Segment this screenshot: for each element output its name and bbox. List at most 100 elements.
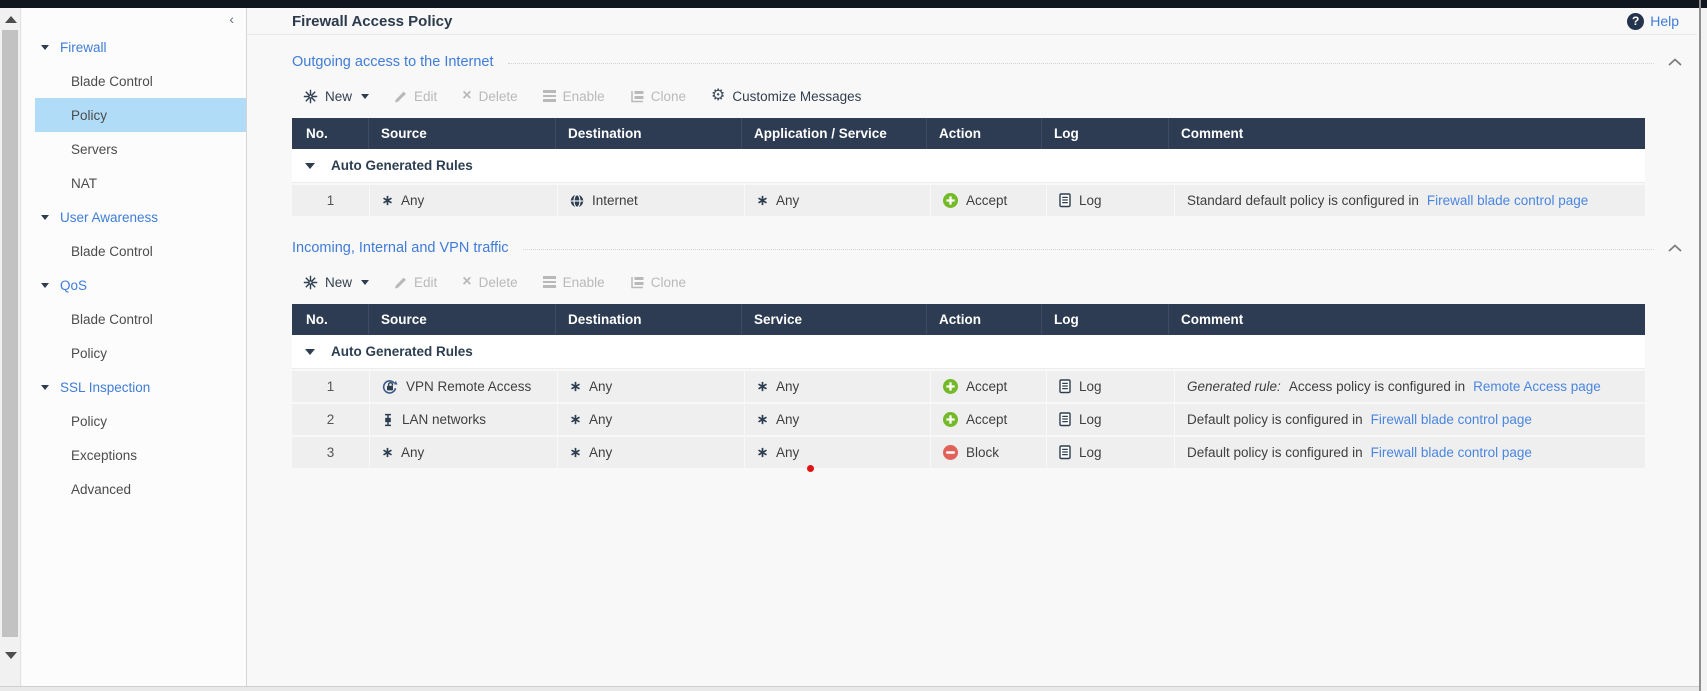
service-value: Any: [776, 193, 800, 208]
sidebar-item-blade-control-user-awareness[interactable]: Blade Control: [35, 234, 246, 268]
comment-text: Default policy is configured in: [1187, 412, 1363, 427]
enable-button-label: Enable: [562, 88, 605, 104]
click-indicator-dot: [807, 465, 814, 472]
group-row-auto-generated[interactable]: Auto Generated Rules: [292, 335, 1645, 369]
triangle-down-icon[interactable]: [305, 348, 315, 355]
column-header-log: Log: [1042, 118, 1169, 149]
comment-link[interactable]: Remote Access page: [1473, 379, 1601, 394]
scroll-up-arrow-icon[interactable]: [5, 16, 17, 23]
accept-icon: [943, 193, 958, 208]
section-incoming: Incoming, Internal and VPN traffic New E…: [292, 240, 1682, 468]
sidebar-item-blade-control-firewall[interactable]: Blade Control: [35, 64, 246, 98]
triangle-down-icon: [41, 44, 49, 50]
service-value: Any: [776, 445, 800, 460]
pencil-icon: [394, 90, 407, 103]
destination-value: Internet: [592, 193, 638, 208]
new-button[interactable]: New: [303, 89, 370, 104]
section-divider-dots: [507, 63, 1654, 64]
main-content: Firewall Access Policy ? Help Outgoing a…: [247, 8, 1697, 691]
group-row-label: Auto Generated Rules: [331, 158, 473, 173]
sidebar-item-label: Advanced: [71, 481, 132, 497]
destination-value: Any: [589, 379, 613, 394]
lan-icon: [382, 412, 394, 427]
new-button[interactable]: New: [303, 274, 370, 290]
sidebar-group-label: User Awareness: [60, 209, 159, 225]
sidebar-item-servers[interactable]: Servers: [35, 132, 246, 166]
section-title[interactable]: Outgoing access to the Internet: [292, 54, 494, 70]
sidebar-item-advanced[interactable]: Advanced: [35, 472, 246, 506]
help-button[interactable]: ? Help: [1627, 12, 1679, 30]
section-outgoing: Outgoing access to the Internet New Edit…: [292, 54, 1682, 216]
column-header-action: Action: [927, 304, 1042, 335]
any-icon: [757, 447, 768, 458]
sidebar-group-ssl-inspection[interactable]: SSL Inspection: [22, 370, 246, 404]
delete-button[interactable]: × Delete: [462, 274, 517, 290]
any-icon: [570, 447, 581, 458]
toolbar-incoming: New Edit × Delete Enable Clone: [303, 271, 1682, 293]
sidebar-item-policy-qos[interactable]: Policy: [35, 336, 246, 370]
scrollbar-thumb[interactable]: [2, 30, 18, 637]
column-header-no: No.: [292, 304, 369, 335]
column-header-no: No.: [292, 118, 369, 149]
clone-button[interactable]: Clone: [630, 275, 686, 290]
sidebar-collapse-icon[interactable]: ‹: [229, 12, 234, 26]
sidebar-group-label: SSL Inspection: [60, 379, 151, 395]
table-row[interactable]: 2 LAN networks Any Any Accept Log Defaul…: [292, 404, 1645, 435]
sidebar-group-firewall[interactable]: Firewall: [22, 30, 246, 64]
action-value: Accept: [966, 193, 1008, 208]
edit-button-label: Edit: [414, 274, 438, 290]
caret-down-icon: [361, 279, 370, 285]
action-value: Accept: [966, 412, 1008, 427]
edit-button[interactable]: Edit: [394, 275, 437, 290]
page-title: Firewall Access Policy: [292, 12, 453, 30]
sidebar-group-user-awareness[interactable]: User Awareness: [22, 200, 246, 234]
window-bottom-strip: [0, 686, 1699, 691]
comment-text: Access policy is configured in: [1288, 379, 1466, 394]
triangle-down-icon[interactable]: [305, 162, 315, 169]
sidebar-group-qos[interactable]: QoS: [22, 268, 246, 302]
any-icon: [570, 414, 581, 425]
clone-button-label: Clone: [650, 88, 686, 104]
comment-link[interactable]: Firewall blade control page: [1427, 193, 1588, 208]
sidebar-item-policy-firewall[interactable]: Policy: [35, 98, 246, 132]
chevron-up-icon[interactable]: [1668, 58, 1682, 66]
section-title[interactable]: Incoming, Internal and VPN traffic: [292, 240, 509, 256]
rule-number: 2: [292, 404, 369, 435]
edit-button[interactable]: Edit: [394, 89, 437, 104]
sidebar-item-nat[interactable]: NAT: [35, 166, 246, 200]
column-header-source: Source: [369, 304, 556, 335]
sidebar-item-blade-control-qos[interactable]: Blade Control: [35, 302, 246, 336]
sidebar-item-policy-ssl[interactable]: Policy: [35, 404, 246, 438]
source-value: VPN Remote Access: [406, 379, 532, 394]
comment-text: Standard default policy is configured in: [1187, 193, 1419, 208]
log-value: Log: [1079, 412, 1102, 427]
customize-messages-button[interactable]: ⚙ Customize Messages: [711, 88, 861, 104]
bars-icon: [542, 88, 556, 104]
comment-link[interactable]: Firewall blade control page: [1371, 412, 1532, 427]
clone-button[interactable]: Clone: [630, 89, 686, 104]
page-vertical-scrollbar[interactable]: [0, 8, 21, 691]
star-burst-icon: [303, 274, 318, 290]
delete-button[interactable]: × Delete: [462, 88, 517, 104]
table-row[interactable]: 1 VPN Remote Access Any Any Accept Log G…: [292, 371, 1645, 402]
table-row[interactable]: 1 Any Internet Any Accept Log Standard d…: [292, 185, 1645, 216]
chevron-up-icon[interactable]: [1668, 244, 1682, 252]
comment-link[interactable]: Firewall blade control page: [1371, 445, 1532, 460]
scroll-down-arrow-icon[interactable]: [5, 652, 17, 659]
window-top-bar: [0, 0, 1707, 8]
sidebar-item-label: Policy: [71, 413, 108, 429]
action-value: Accept: [966, 379, 1008, 394]
column-header-comment: Comment: [1181, 126, 1244, 141]
service-value: Any: [776, 412, 800, 427]
group-row-auto-generated[interactable]: Auto Generated Rules: [292, 149, 1645, 183]
any-icon: [382, 447, 393, 458]
table-row[interactable]: 3 Any Any Any Block Log Default policy i…: [292, 437, 1645, 468]
enable-button[interactable]: Enable: [542, 274, 605, 290]
rule-number: 1: [292, 185, 369, 216]
any-icon: [570, 381, 581, 392]
sidebar-item-exceptions[interactable]: Exceptions: [35, 438, 246, 472]
section-divider-dots: [522, 249, 1654, 250]
enable-button[interactable]: Enable: [542, 88, 605, 104]
log-icon: [1059, 379, 1071, 394]
vpn-icon: [382, 379, 398, 394]
